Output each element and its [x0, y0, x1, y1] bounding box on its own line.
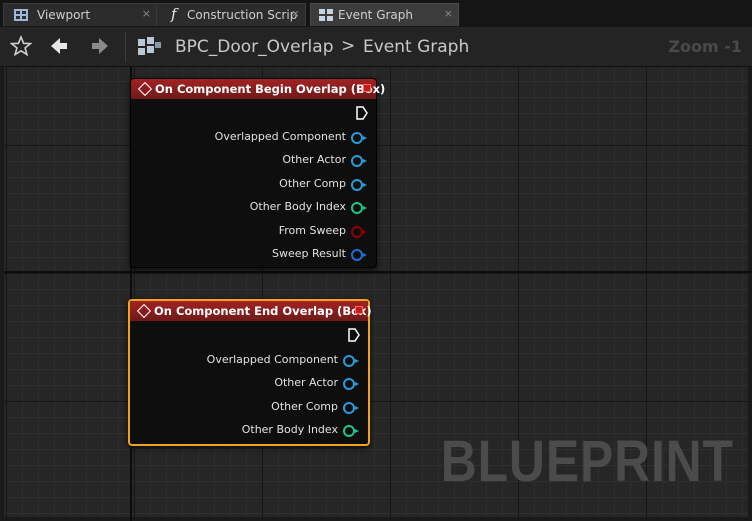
blueprint-class-icon: [138, 37, 161, 55]
pin-overlapped-component[interactable]: Overlapped Component: [126, 130, 367, 146]
pin-label: From Sweep: [278, 224, 346, 237]
delegate-pin-icon[interactable]: [355, 306, 363, 314]
breadcrumb-separator: >: [341, 36, 356, 56]
pin-label: Other Body Index: [241, 423, 338, 436]
object-pin-icon[interactable]: [343, 378, 359, 390]
node-header[interactable]: On Component Begin Overlap (Box): [131, 79, 385, 99]
pin-other-actor[interactable]: Other Actor: [126, 376, 359, 392]
blueprint-watermark: BLUEPRINT: [440, 429, 734, 494]
close-icon[interactable]: ×: [444, 7, 453, 20]
node-header[interactable]: On Component End Overlap (Box): [130, 301, 372, 321]
pin-label: Other Comp: [279, 177, 346, 190]
event-diamond-icon: [136, 303, 152, 319]
grid-origin-horizontal: [4, 271, 752, 273]
object-pin-icon[interactable]: [351, 179, 367, 191]
tab-bar: Viewport × f Construction Scrip × Event …: [0, 0, 752, 27]
tab-label: Construction Scrip: [187, 8, 298, 22]
pin-from-sweep[interactable]: From Sweep: [126, 224, 367, 240]
pin-label: Other Actor: [274, 376, 338, 389]
integer-pin-icon[interactable]: [343, 425, 359, 437]
pin-label: Other Body Index: [249, 200, 346, 213]
graph-toolbar: BPC_Door_Overlap > Event Graph Zoom -1: [0, 27, 752, 67]
exec-output-pin-icon[interactable]: [348, 328, 360, 342]
forward-arrow-icon[interactable]: [89, 35, 111, 57]
node-title: On Component End Overlap (Box): [154, 304, 372, 318]
pin-other-body-index[interactable]: Other Body Index: [126, 200, 367, 216]
pin-other-body-index[interactable]: Other Body Index: [126, 423, 359, 439]
object-pin-icon[interactable]: [351, 132, 367, 144]
function-icon: f: [171, 5, 177, 23]
pin-label: Overlapped Component: [214, 130, 346, 143]
breadcrumb-blueprint[interactable]: BPC_Door_Overlap: [175, 37, 334, 57]
toolbar-divider: [125, 32, 126, 62]
close-icon[interactable]: ×: [142, 7, 151, 20]
exec-output-pin-icon[interactable]: [356, 106, 368, 120]
breadcrumb-graph: Event Graph: [363, 37, 470, 57]
close-icon[interactable]: ×: [291, 7, 300, 20]
event-node-end-overlap[interactable]: On Component End Overlap (Box) Overlappe…: [126, 299, 372, 446]
event-diamond-icon: [137, 81, 153, 97]
event-node-begin-overlap[interactable]: On Component Begin Overlap (Box) Overlap…: [130, 78, 385, 268]
graph-icon: [319, 9, 333, 21]
pin-other-comp[interactable]: Other Comp: [126, 177, 367, 193]
tab-viewport[interactable]: Viewport ×: [3, 3, 157, 26]
pin-sweep-result[interactable]: Sweep Result: [126, 247, 367, 263]
pin-label: Other Actor: [282, 153, 346, 166]
tab-label: Event Graph: [338, 8, 413, 22]
node-title: On Component Begin Overlap (Box): [155, 82, 386, 96]
pin-overlapped-component[interactable]: Overlapped Component: [126, 353, 359, 369]
tab-event-graph[interactable]: Event Graph ×: [310, 3, 459, 26]
favorite-star-icon[interactable]: [10, 35, 32, 57]
tab-construction-script[interactable]: f Construction Scrip ×: [156, 3, 306, 26]
delegate-pin-icon[interactable]: [363, 84, 371, 92]
integer-pin-icon[interactable]: [351, 202, 367, 214]
object-pin-icon[interactable]: [343, 355, 359, 367]
boolean-pin-icon[interactable]: [351, 226, 367, 238]
pin-label: Sweep Result: [272, 247, 346, 260]
object-pin-icon[interactable]: [343, 402, 359, 414]
zoom-level: Zoom -1: [668, 37, 742, 56]
pin-label: Other Comp: [271, 400, 338, 413]
pin-other-actor[interactable]: Other Actor: [126, 153, 367, 169]
pin-other-comp[interactable]: Other Comp: [126, 400, 359, 416]
tab-label: Viewport: [37, 8, 91, 22]
pin-label: Overlapped Component: [206, 353, 338, 366]
graph-canvas[interactable]: On Component Begin Overlap (Box) Overlap…: [0, 67, 752, 521]
object-pin-icon[interactable]: [351, 155, 367, 167]
struct-pin-icon[interactable]: [351, 249, 367, 261]
back-arrow-icon[interactable]: [48, 35, 70, 57]
viewport-icon: [14, 9, 28, 21]
